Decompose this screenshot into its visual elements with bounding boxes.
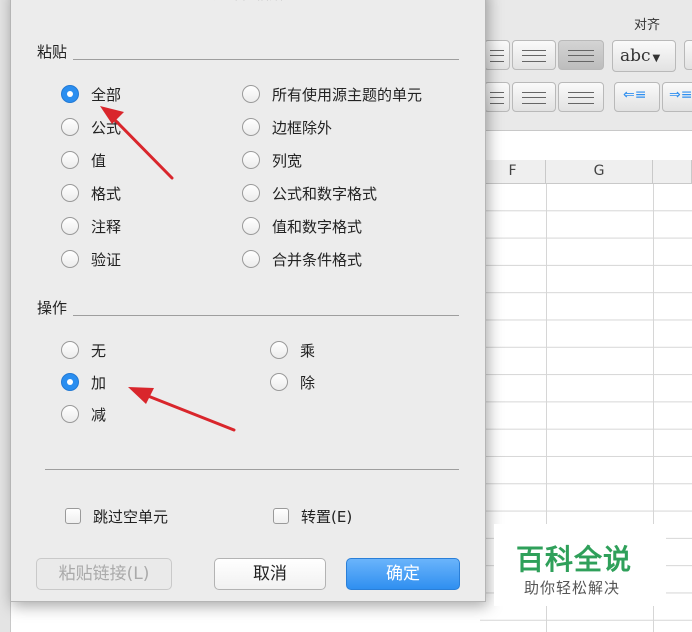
annotation-arrow-icon: [100, 106, 174, 180]
watermark-subtitle: 助你轻松解决: [524, 579, 621, 597]
watermark: 百科全说 助你轻松解决: [494, 524, 666, 606]
annotation-arrow-icon: [128, 387, 236, 432]
watermark-title: 百科全说: [516, 543, 633, 576]
